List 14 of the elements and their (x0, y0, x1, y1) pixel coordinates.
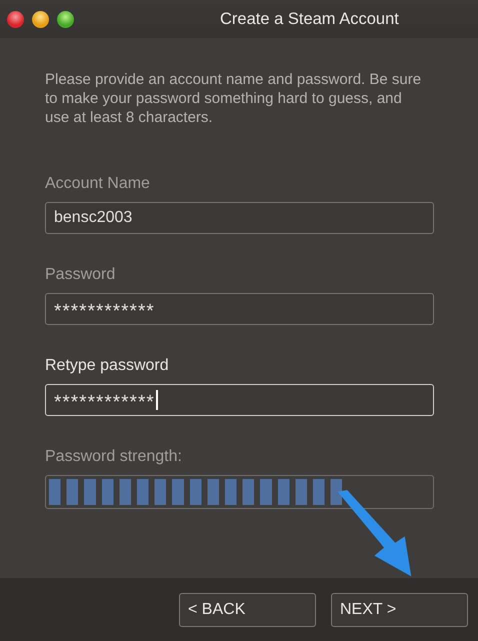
back-button[interactable]: < BACK (179, 592, 316, 626)
field-label: Password (45, 266, 116, 284)
close-button[interactable] (7, 10, 24, 28)
window-title: Create a Steam Account (220, 10, 399, 28)
input-field[interactable]: ************ (45, 293, 434, 325)
zoom-button[interactable] (57, 10, 74, 28)
field-label: Retype password (45, 357, 170, 375)
minimize-button[interactable] (32, 10, 49, 28)
field-label: Account Name (45, 175, 151, 193)
input-field[interactable]: ************ (45, 384, 434, 416)
next-button[interactable]: NEXT > (331, 592, 468, 626)
input-field[interactable]: bensc2003 (45, 202, 434, 234)
field-label: Password strength: (45, 448, 183, 466)
instructions-text: Please provide an account name and password. Be sure to make your password something hard to guess, and use at least 8 characters. (45, 70, 422, 127)
